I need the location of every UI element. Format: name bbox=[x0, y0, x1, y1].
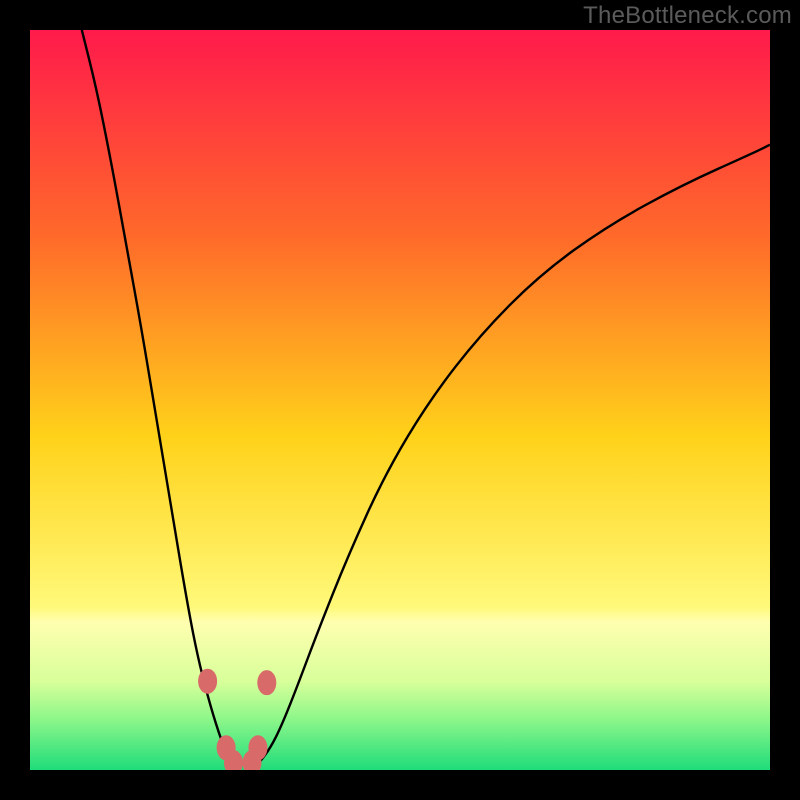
data-marker bbox=[243, 751, 261, 770]
data-marker bbox=[199, 669, 217, 693]
watermark-text: TheBottleneck.com bbox=[583, 2, 792, 30]
bottleneck-chart bbox=[30, 30, 770, 770]
chart-frame: TheBottleneck.com bbox=[0, 0, 800, 800]
gradient-background bbox=[30, 30, 770, 770]
data-marker bbox=[225, 751, 243, 770]
data-marker bbox=[258, 671, 276, 695]
